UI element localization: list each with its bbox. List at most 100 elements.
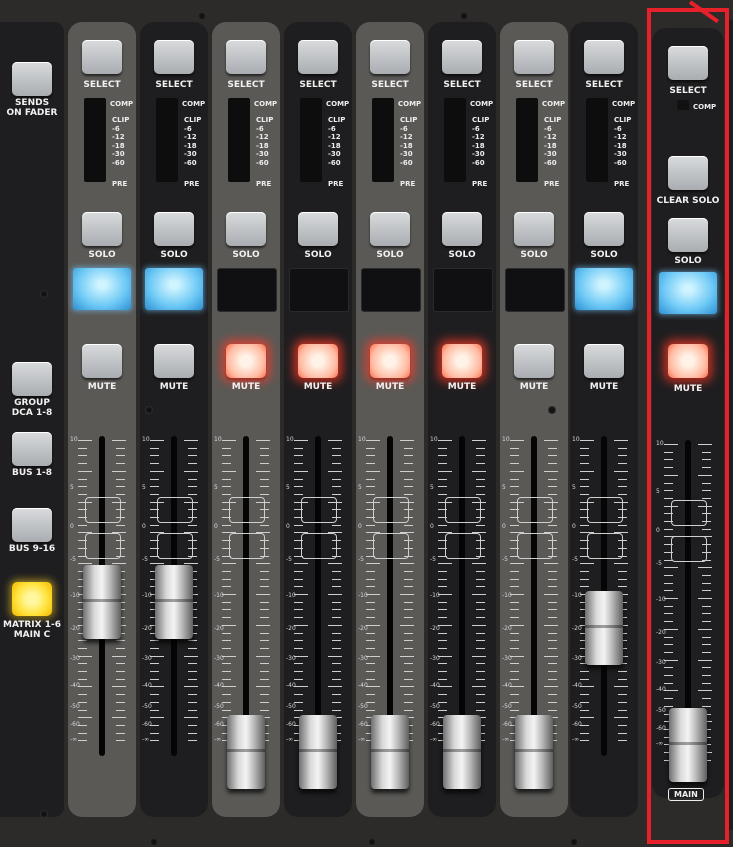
- fader-scale-label-4-8: -50: [286, 703, 296, 710]
- mute-button-4[interactable]: [298, 344, 338, 378]
- solo-button-4[interactable]: [298, 212, 338, 246]
- unity-mark-top-8: [587, 497, 623, 523]
- fader-scale-label-6-0: 10: [430, 436, 438, 443]
- channel-display-5: [361, 268, 421, 312]
- fader-tick-r-4-4: [328, 470, 342, 472]
- left-button-2[interactable]: [12, 362, 52, 396]
- level-meter-6: [444, 98, 466, 182]
- fader-tick-r-5-27: [404, 647, 413, 649]
- meter-scale-2-1: -6: [184, 124, 192, 133]
- select-button-2[interactable]: [154, 40, 194, 74]
- fader-tick-6-26: [438, 640, 447, 642]
- fader-scale-label-8-9: -60: [572, 721, 582, 728]
- select-button-7[interactable]: [514, 40, 554, 74]
- mute-button-6[interactable]: [442, 344, 482, 378]
- solo-button-7[interactable]: [514, 212, 554, 246]
- meter-scale-2-4: -30: [184, 150, 197, 159]
- level-meter-2: [156, 98, 178, 182]
- fader-tick-2-26: [150, 640, 159, 642]
- fader-tick-r-7-23: [548, 617, 557, 619]
- mute-button-7[interactable]: [514, 344, 554, 378]
- select-button-5[interactable]: [370, 40, 410, 74]
- meter-scale-7-5: -60: [544, 159, 557, 167]
- fader-tick-7-2: [510, 455, 519, 457]
- fader-tick-2-30: [150, 671, 159, 672]
- fader-tick-3-18: [222, 578, 231, 580]
- fader-tick-r-2-32: [184, 686, 198, 688]
- select-button-8[interactable]: [584, 40, 624, 74]
- solo-label-3: SOLO: [232, 250, 260, 260]
- fader-tick-r-6-28: [472, 655, 486, 657]
- solo-button-5[interactable]: [370, 212, 410, 246]
- fader-knob-3[interactable]: [227, 715, 265, 789]
- select-button-1[interactable]: [82, 40, 122, 74]
- left-button-5[interactable]: [12, 582, 52, 616]
- fader-knob-2[interactable]: [155, 564, 193, 639]
- fader-tick-r-5-29: [404, 663, 413, 665]
- fader-tick-r-7-11: [548, 524, 557, 526]
- fader-knob-6[interactable]: [443, 715, 481, 789]
- solo-button-8[interactable]: [584, 212, 624, 246]
- fader-tick-8-11: [580, 524, 589, 526]
- fader-tick-7-22: [510, 609, 519, 611]
- fader-tick-5-24: [366, 624, 380, 626]
- fader-tick-5-28: [366, 655, 380, 657]
- meter-scale-2-5: -60: [184, 159, 197, 167]
- level-meter-1: [84, 98, 106, 182]
- mute-button-8[interactable]: [584, 344, 624, 378]
- fader-knob-7[interactable]: [515, 715, 553, 789]
- fader-scale-label-7-2: 0: [502, 523, 506, 530]
- fader-tick-8-30: [580, 671, 589, 672]
- left-button-1[interactable]: [12, 62, 52, 96]
- fader-knob-8[interactable]: [585, 590, 623, 665]
- fader-scale-label-1-6: -30: [70, 655, 80, 662]
- channel-display-4: [289, 268, 349, 312]
- left-button-3[interactable]: [12, 432, 52, 466]
- solo-button-1[interactable]: [82, 212, 122, 246]
- fader-tick-r-3-6: [260, 486, 269, 488]
- meter-comp-label-1: COMP: [110, 100, 134, 108]
- solo-button-2[interactable]: [154, 212, 194, 246]
- fader-scale-label-6-10: -∞: [430, 736, 438, 743]
- fader-tick-r-3-27: [260, 647, 269, 649]
- fader-tick-r-3-7: [260, 493, 269, 495]
- fader-tick-r-5-35: [404, 709, 413, 711]
- fader-tick-r-1-36: [112, 717, 126, 719]
- solo-button-3[interactable]: [226, 212, 266, 246]
- fader-knob-4[interactable]: [299, 715, 337, 789]
- fader-tick-5-0: [366, 440, 380, 441]
- fader-tick-5-26: [366, 640, 375, 642]
- select-label-6: SELECT: [443, 80, 481, 90]
- meter-scale-6-2: -12: [472, 133, 485, 142]
- mute-button-5[interactable]: [370, 344, 410, 378]
- fader-tick-r-3-35: [260, 709, 269, 711]
- fader-tick-r-4-24: [328, 624, 342, 626]
- fader-tick-2-29: [150, 663, 159, 665]
- mute-button-3[interactable]: [226, 344, 266, 378]
- fader-knob-5[interactable]: [371, 715, 409, 789]
- select-button-4[interactable]: [298, 40, 338, 74]
- select-button-3[interactable]: [226, 40, 266, 74]
- fader-tick-3-11: [222, 524, 231, 526]
- fader-knob-1[interactable]: [83, 564, 121, 639]
- left-panel: [0, 22, 64, 817]
- mute-button-1[interactable]: [82, 344, 122, 378]
- fader-tick-r-7-2: [548, 455, 557, 457]
- level-meter-4: [300, 98, 322, 182]
- fader-tick-r-7-33: [548, 694, 557, 696]
- mute-button-2[interactable]: [154, 344, 194, 378]
- fader-tick-r-1-6: [116, 486, 125, 488]
- fader-tick-r-2-0: [184, 440, 198, 441]
- fader-tick-r-6-24: [472, 624, 486, 626]
- fader-tick-7-30: [510, 671, 519, 672]
- select-button-6[interactable]: [442, 40, 482, 74]
- fader-tick-r-6-33: [476, 694, 485, 696]
- left-button-4[interactable]: [12, 508, 52, 542]
- fader-track-4: [315, 436, 321, 756]
- fader-tick-r-4-21: [332, 601, 341, 603]
- fader-tick-8-38: [580, 732, 589, 734]
- solo-button-6[interactable]: [442, 212, 482, 246]
- fader-tick-r-6-6: [476, 486, 485, 488]
- fader-tick-r-2-4: [184, 470, 198, 472]
- fader-tick-3-2: [222, 455, 231, 457]
